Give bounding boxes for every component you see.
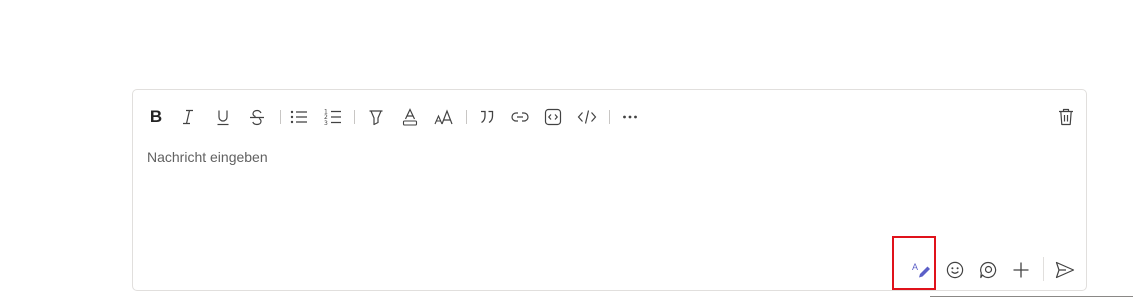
italic-icon <box>183 109 193 125</box>
font-size-icon <box>434 109 453 125</box>
message-input[interactable]: Nachricht eingeben <box>147 149 268 165</box>
toolbar-divider <box>280 110 281 124</box>
underline-icon <box>217 110 229 125</box>
bottom-edge-line <box>930 296 1133 297</box>
strikethrough-icon <box>250 109 264 125</box>
numbered-list-icon: 1 2 3 <box>324 109 341 126</box>
quote-button[interactable] <box>476 106 498 128</box>
code-block-icon <box>544 108 562 126</box>
code-button[interactable] <box>576 106 598 128</box>
bold-button[interactable]: B <box>145 106 167 128</box>
trash-icon <box>1059 108 1073 126</box>
plus-icon <box>1013 262 1029 278</box>
bullet-list-icon <box>290 110 307 124</box>
loop-button[interactable] <box>976 258 1000 282</box>
svg-text:3: 3 <box>324 120 328 126</box>
highlighter-icon <box>369 109 383 125</box>
send-icon <box>1055 261 1075 279</box>
format-pen-icon: A <box>912 262 930 278</box>
more-options-button[interactable] <box>619 106 641 128</box>
emoji-button[interactable] <box>943 258 967 282</box>
numbered-list-button[interactable]: 1 2 3 <box>322 106 344 128</box>
link-button[interactable] <box>509 106 531 128</box>
emoji-icon <box>946 261 964 279</box>
toolbar-divider <box>466 110 467 124</box>
bold-icon: B <box>149 107 163 126</box>
link-icon <box>511 112 529 122</box>
highlight-button[interactable] <box>365 106 387 128</box>
code-snippet-button[interactable] <box>542 106 564 128</box>
action-divider <box>1043 257 1044 281</box>
format-button[interactable]: A <box>910 258 934 282</box>
discard-button[interactable] <box>1055 106 1077 128</box>
toolbar-divider <box>354 110 355 124</box>
quote-icon <box>481 110 494 124</box>
loop-icon <box>980 261 997 279</box>
svg-text:A: A <box>912 262 918 272</box>
font-size-button[interactable] <box>433 106 455 128</box>
code-icon <box>577 110 597 124</box>
font-color-button[interactable] <box>399 106 421 128</box>
bullet-list-button[interactable] <box>288 106 310 128</box>
italic-button[interactable] <box>177 106 199 128</box>
toolbar-divider <box>609 110 610 124</box>
font-color-icon <box>402 108 418 126</box>
underline-button[interactable] <box>212 106 234 128</box>
strikethrough-button[interactable] <box>246 106 268 128</box>
attach-button[interactable] <box>1009 258 1033 282</box>
send-button[interactable] <box>1053 258 1077 282</box>
more-options-icon <box>623 115 637 119</box>
message-composer: B 1 2 3 Nachricht eingeben A <box>132 89 1087 291</box>
